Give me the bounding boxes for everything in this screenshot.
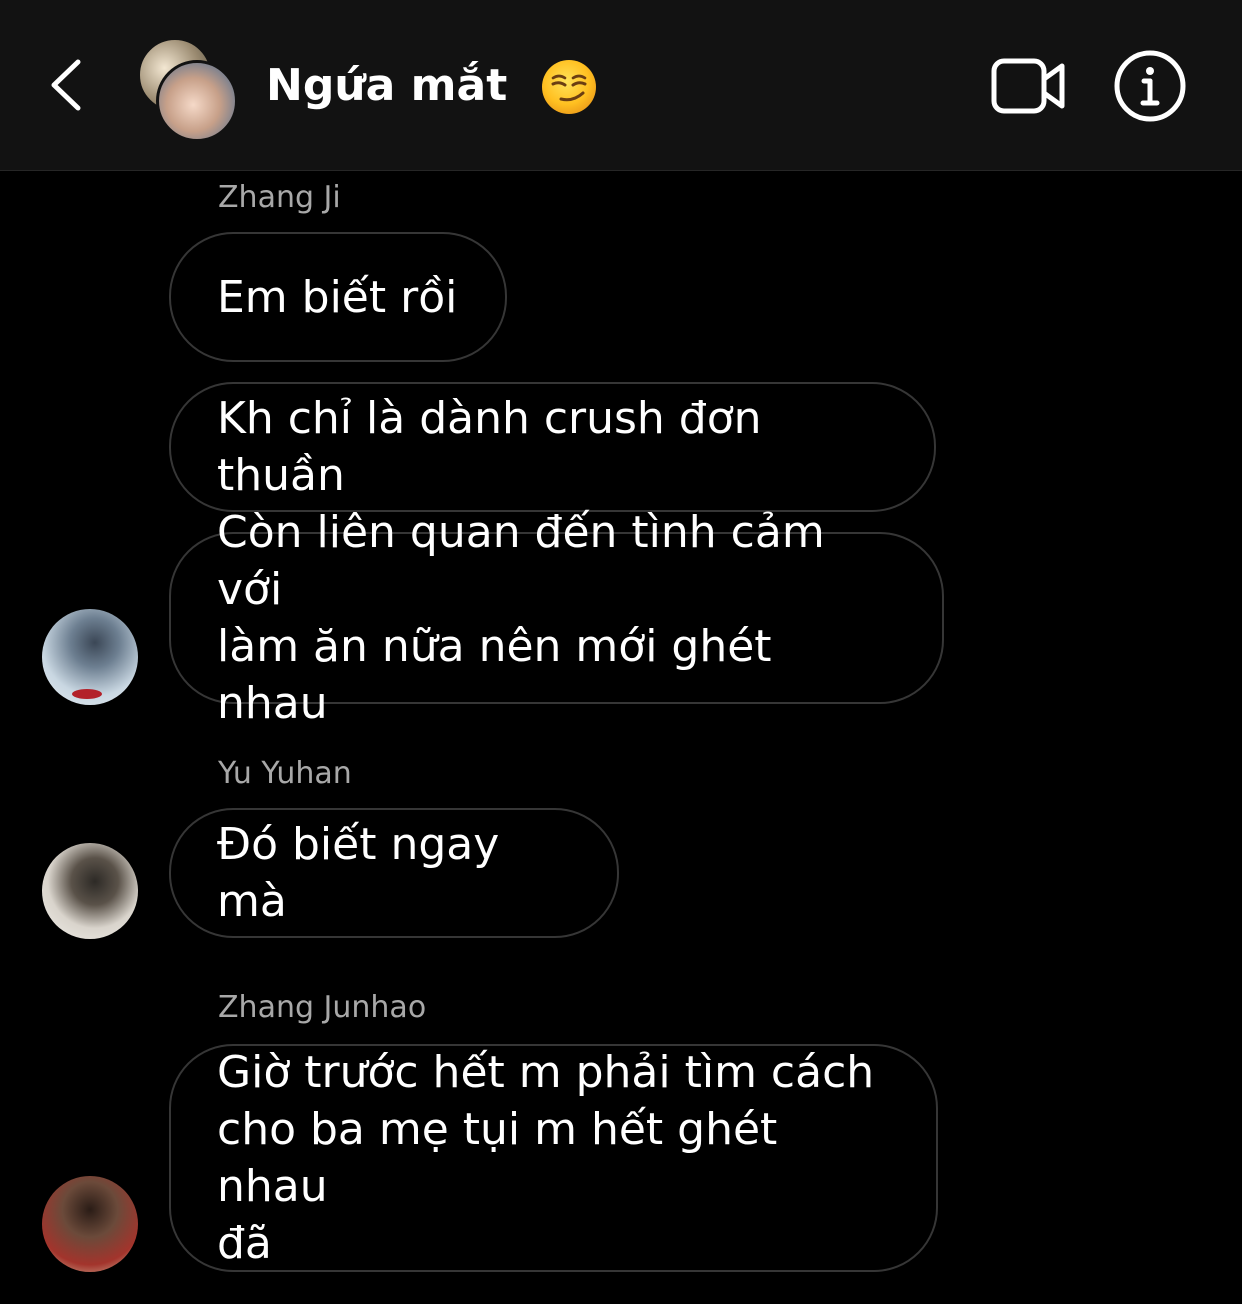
thread-header: Ngứa mắt bbox=[0, 0, 1242, 171]
message-bubble[interactable]: Giờ trước hết m phải tìm cách cho ba mẹ … bbox=[169, 1044, 938, 1272]
message-bubble[interactable]: Kh chỉ là dành crush đơn thuần bbox=[169, 382, 936, 512]
chevron-left-icon bbox=[51, 59, 81, 111]
info-button[interactable] bbox=[1112, 48, 1188, 124]
back-button[interactable] bbox=[40, 52, 96, 118]
message-bubble[interactable]: Còn liên quan đến tình cảm với làm ăn nữ… bbox=[169, 507, 944, 729]
avatar[interactable] bbox=[42, 843, 138, 939]
avatar[interactable] bbox=[42, 609, 138, 705]
message-sender-name: Zhang Junhao bbox=[218, 990, 427, 1025]
avatar[interactable] bbox=[42, 1176, 138, 1272]
group-avatar[interactable] bbox=[136, 38, 238, 142]
video-camera-icon bbox=[991, 58, 1065, 114]
message-sender-name: Yu Yuhan bbox=[218, 756, 352, 791]
smirking-face-emoji-icon bbox=[539, 56, 599, 116]
message-bubble[interactable]: Em biết rồi bbox=[169, 232, 507, 362]
message-bubble[interactable]: Đó biết ngay mà bbox=[169, 808, 619, 938]
thread-title-text: Ngứa mắt bbox=[266, 60, 508, 111]
thread-title[interactable]: Ngứa mắt bbox=[266, 56, 599, 116]
group-member-avatar-front bbox=[156, 60, 238, 142]
message-sender-name: Zhang Ji bbox=[218, 180, 341, 215]
info-icon bbox=[1114, 50, 1186, 122]
video-call-button[interactable] bbox=[988, 52, 1070, 118]
